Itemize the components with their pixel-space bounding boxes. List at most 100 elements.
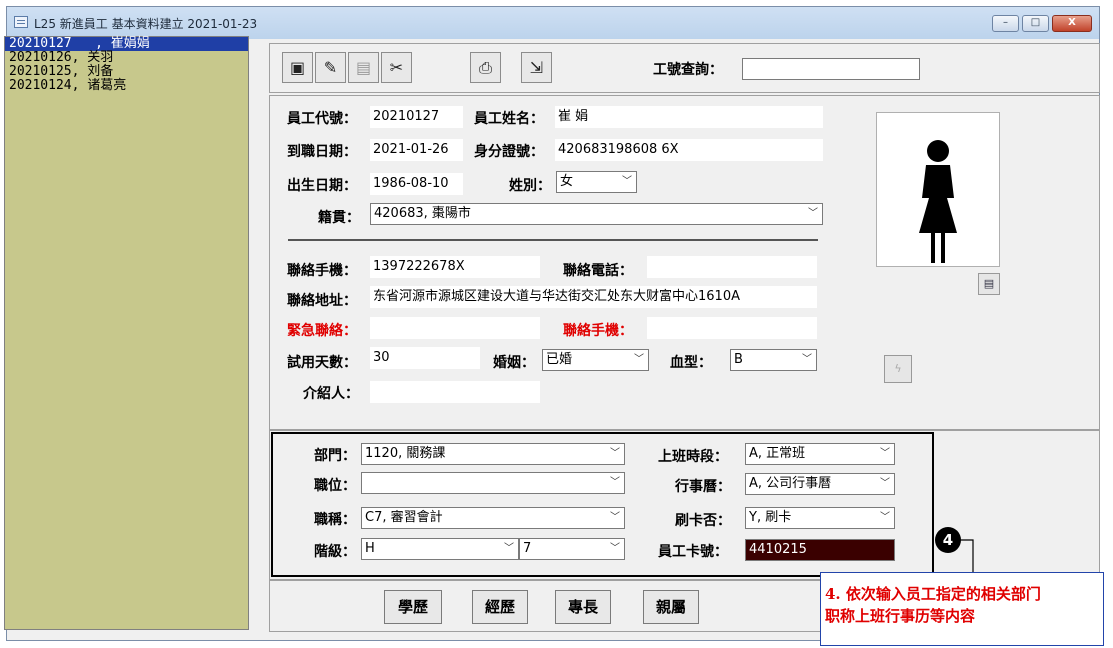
marriage-label: 婚姻： (493, 355, 535, 371)
referrer-field[interactable] (370, 381, 540, 403)
marriage-value: 已婚 (546, 352, 573, 367)
experience-button[interactable]: 經歷 (472, 590, 528, 624)
family-button[interactable]: 親屬 (643, 590, 699, 624)
annotation-line-1: 4. 依次输入员工指定的相关部门 (825, 585, 1041, 603)
job-title-select[interactable]: C7, 審習會計 ﹀ (361, 507, 625, 529)
chevron-down-icon: ﹀ (610, 543, 620, 554)
marriage-select[interactable]: 已婚 ﹀ (542, 349, 649, 371)
blood-type-value: B (734, 352, 743, 367)
referrer-label: 介紹人： (303, 386, 359, 402)
chevron-down-icon: ﹀ (808, 208, 818, 219)
position-select[interactable]: ﹀ (361, 472, 625, 494)
grade-level-value: 7 (523, 541, 532, 556)
shift-value: A, 正常班 (749, 446, 806, 461)
shift-label: 上班時段： (658, 449, 728, 465)
employee-photo (876, 112, 1000, 267)
chevron-down-icon: ﹀ (802, 354, 812, 365)
gender-value: 女 (560, 174, 574, 189)
chevron-down-icon: ﹀ (880, 448, 890, 459)
mobile-field[interactable]: 1397222678X (370, 256, 540, 278)
card-no-label: 員工卡號： (658, 544, 728, 560)
emergency-contact-field[interactable] (370, 317, 540, 339)
maximize-button[interactable]: □ (1022, 15, 1049, 32)
search-label: 工號查詢： (653, 62, 723, 78)
divider (288, 239, 818, 241)
address-label: 聯絡地址： (287, 293, 357, 309)
gender-label: 姓別： (509, 178, 551, 194)
grade-select[interactable]: H ﹀ (361, 538, 519, 560)
female-silhouette-icon (919, 140, 957, 263)
native-value: 420683, 棗陽市 (374, 206, 471, 221)
emergency-mobile-field[interactable] (647, 317, 817, 339)
skills-button[interactable]: 專長 (555, 590, 611, 624)
chevron-down-icon: ﹀ (610, 477, 620, 488)
cut-icon[interactable]: ✂ (381, 52, 412, 83)
dept-select[interactable]: 1120, 關務課 ﹀ (361, 443, 625, 465)
punch-card-select[interactable]: Y, 刷卡 ﹀ (745, 507, 895, 529)
birth-date-label: 出生日期： (287, 178, 357, 194)
list-item[interactable]: 20210125, 刘备 (5, 65, 248, 79)
emp-id-label: 員工代號： (287, 111, 357, 127)
annotation-callout: 4. 依次输入员工指定的相关部门 职称上班行事历等内容 (820, 572, 1104, 646)
phone-label: 聯絡電話： (563, 263, 633, 279)
blood-type-select[interactable]: B ﹀ (730, 349, 817, 371)
chevron-down-icon: ﹀ (880, 512, 890, 523)
title-bar: L25 新進員工 基本資料建立 2021-01-23 – □ X (7, 7, 1099, 39)
search-input[interactable] (742, 58, 920, 80)
address-field[interactable]: 东省河源市源城区建设大道与华达街交汇处东大财富中心1610A (370, 286, 817, 308)
annotation-line-2: 职称上班行事历等内容 (825, 607, 976, 625)
blood-type-label: 血型： (670, 355, 712, 371)
native-select[interactable]: 420683, 棗陽市 ﹀ (370, 203, 823, 225)
native-label: 籍貫： (318, 210, 360, 226)
id-no-label: 身分證號： (474, 144, 544, 160)
chevron-down-icon: ﹀ (880, 478, 890, 489)
job-title-value: C7, 審習會計 (365, 510, 443, 525)
employee-list[interactable]: 20210127 , 崔娟娟 20210126, 关羽 20210125, 刘备… (4, 36, 249, 630)
hire-date-label: 到職日期： (287, 144, 357, 160)
list-item[interactable]: 20210124, 诸葛亮 (5, 79, 248, 93)
punch-card-value: Y, 刷卡 (749, 510, 792, 525)
flash-icon[interactable]: ϟ (884, 355, 912, 383)
calendar-label: 行事曆： (675, 479, 731, 495)
chevron-down-icon: ﹀ (610, 448, 620, 459)
calendar-value: A, 公司行事曆 (749, 476, 832, 491)
chevron-down-icon: ﹀ (610, 512, 620, 523)
step-badge: 4 (935, 527, 961, 553)
emp-id-field[interactable]: 20210127 (370, 106, 463, 128)
print-icon[interactable]: ⎙ (470, 52, 501, 83)
trial-days-label: 試用天數： (287, 355, 357, 371)
minimize-button[interactable]: – (992, 15, 1019, 32)
dept-value: 1120, 關務課 (365, 446, 446, 461)
emp-name-label: 員工姓名： (474, 111, 544, 127)
app-icon (14, 16, 28, 28)
shift-select[interactable]: A, 正常班 ﹀ (745, 443, 895, 465)
phone-field[interactable] (647, 256, 817, 278)
id-no-field[interactable]: 420683198608 6X (555, 139, 823, 161)
edit-record-icon[interactable]: ✎ (315, 52, 346, 83)
education-button[interactable]: 學歷 (384, 590, 442, 624)
toolbar: ▣ ✎ ▤ ✂ ⎙ ⇲ 工號查詢： (269, 43, 1100, 93)
list-item[interactable]: 20210126, 关羽 (5, 51, 248, 65)
dept-label: 部門： (314, 448, 356, 464)
hire-date-field[interactable]: 2021-01-26 (370, 139, 463, 161)
grade-label: 階級： (314, 544, 356, 560)
birth-date-field[interactable]: 1986-08-10 (370, 173, 463, 195)
calendar-select[interactable]: A, 公司行事曆 ﹀ (745, 473, 895, 495)
photo-button-icon[interactable]: ▤ (978, 273, 1000, 295)
list-item[interactable]: 20210127 , 崔娟娟 (5, 37, 248, 51)
job-title-label: 職稱： (314, 512, 356, 528)
gender-select[interactable]: 女 ﹀ (556, 171, 637, 193)
grade-level-select[interactable]: 7 ﹀ (519, 538, 625, 560)
grade-value: H (365, 541, 375, 556)
exit-icon[interactable]: ⇲ (521, 52, 552, 83)
chevron-down-icon: ﹀ (622, 176, 632, 187)
emp-name-field[interactable]: 崔 娟 (555, 106, 823, 128)
delete-record-icon[interactable]: ▤ (348, 52, 379, 83)
card-no-field[interactable]: 4410215 (745, 539, 895, 561)
window-title: L25 新進員工 基本資料建立 2021-01-23 (34, 17, 258, 31)
close-button[interactable]: X (1052, 15, 1092, 32)
chevron-down-icon: ﹀ (504, 543, 514, 554)
trial-days-field[interactable]: 30 (370, 347, 480, 369)
add-record-icon[interactable]: ▣ (282, 52, 313, 83)
mobile-label: 聯絡手機： (287, 263, 357, 279)
